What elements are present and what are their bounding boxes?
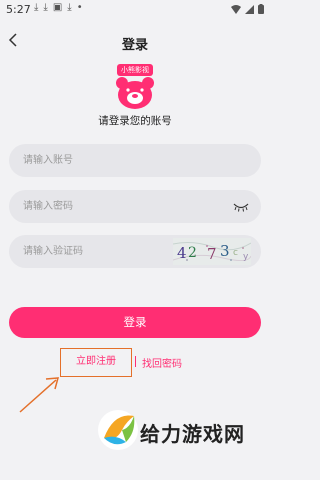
captcha-image[interactable]: 4 2 7 3 c y: [173, 238, 251, 265]
password-input[interactable]: [23, 190, 223, 223]
signal-icon: [245, 4, 254, 14]
app-logo: 小熊影视: [113, 64, 157, 110]
download-icon: ⤓: [34, 2, 44, 13]
login-button[interactable]: 登录: [9, 307, 261, 338]
username-field[interactable]: [9, 144, 261, 177]
status-right-icons: [231, 4, 264, 14]
svg-text:7: 7: [207, 245, 217, 263]
battery-icon: [258, 4, 264, 14]
username-input[interactable]: [23, 144, 223, 177]
download-icon: ⤓: [43, 2, 53, 13]
svg-text:3: 3: [220, 242, 230, 260]
logo-tag: 小熊影视: [117, 64, 153, 76]
notification-icons: ⤓⤓▣⤓•: [34, 2, 88, 13]
register-link[interactable]: 立即注册: [61, 349, 131, 375]
wifi-icon: [231, 4, 241, 14]
forgot-password-link[interactable]: 找回密码: [142, 355, 182, 370]
download-icon: ⤓: [67, 2, 77, 13]
captcha-input[interactable]: [23, 235, 173, 268]
watermark-logo-icon: [98, 410, 138, 450]
link-divider: [135, 356, 136, 367]
svg-text:y: y: [243, 252, 249, 262]
captcha-field[interactable]: 4 2 7 3 c y: [9, 235, 261, 268]
page-title: 登录: [121, 38, 148, 53]
annotation-arrow-icon: [19, 377, 60, 413]
svg-text:4: 4: [177, 244, 187, 262]
watermark-text: 给力游戏网: [140, 422, 245, 446]
login-subtitle: 请登录您的账号: [98, 115, 172, 127]
svg-text:2: 2: [188, 245, 197, 261]
login-screen: 5:27 ⤓⤓▣⤓• 登录 小熊影视 请登录您的账号 请输入账号 请输入验证码 …: [0, 0, 270, 480]
a-box-icon: ▣: [52, 2, 68, 13]
status-bar: 5:27 ⤓⤓▣⤓•: [0, 0, 270, 20]
password-field[interactable]: [9, 190, 261, 223]
status-time: 5:27: [6, 3, 31, 16]
register-highlight-box: 立即注册: [60, 348, 132, 377]
svg-text:c: c: [233, 248, 238, 258]
eye-closed-icon[interactable]: [233, 202, 249, 212]
dot-icon: •: [76, 2, 88, 13]
